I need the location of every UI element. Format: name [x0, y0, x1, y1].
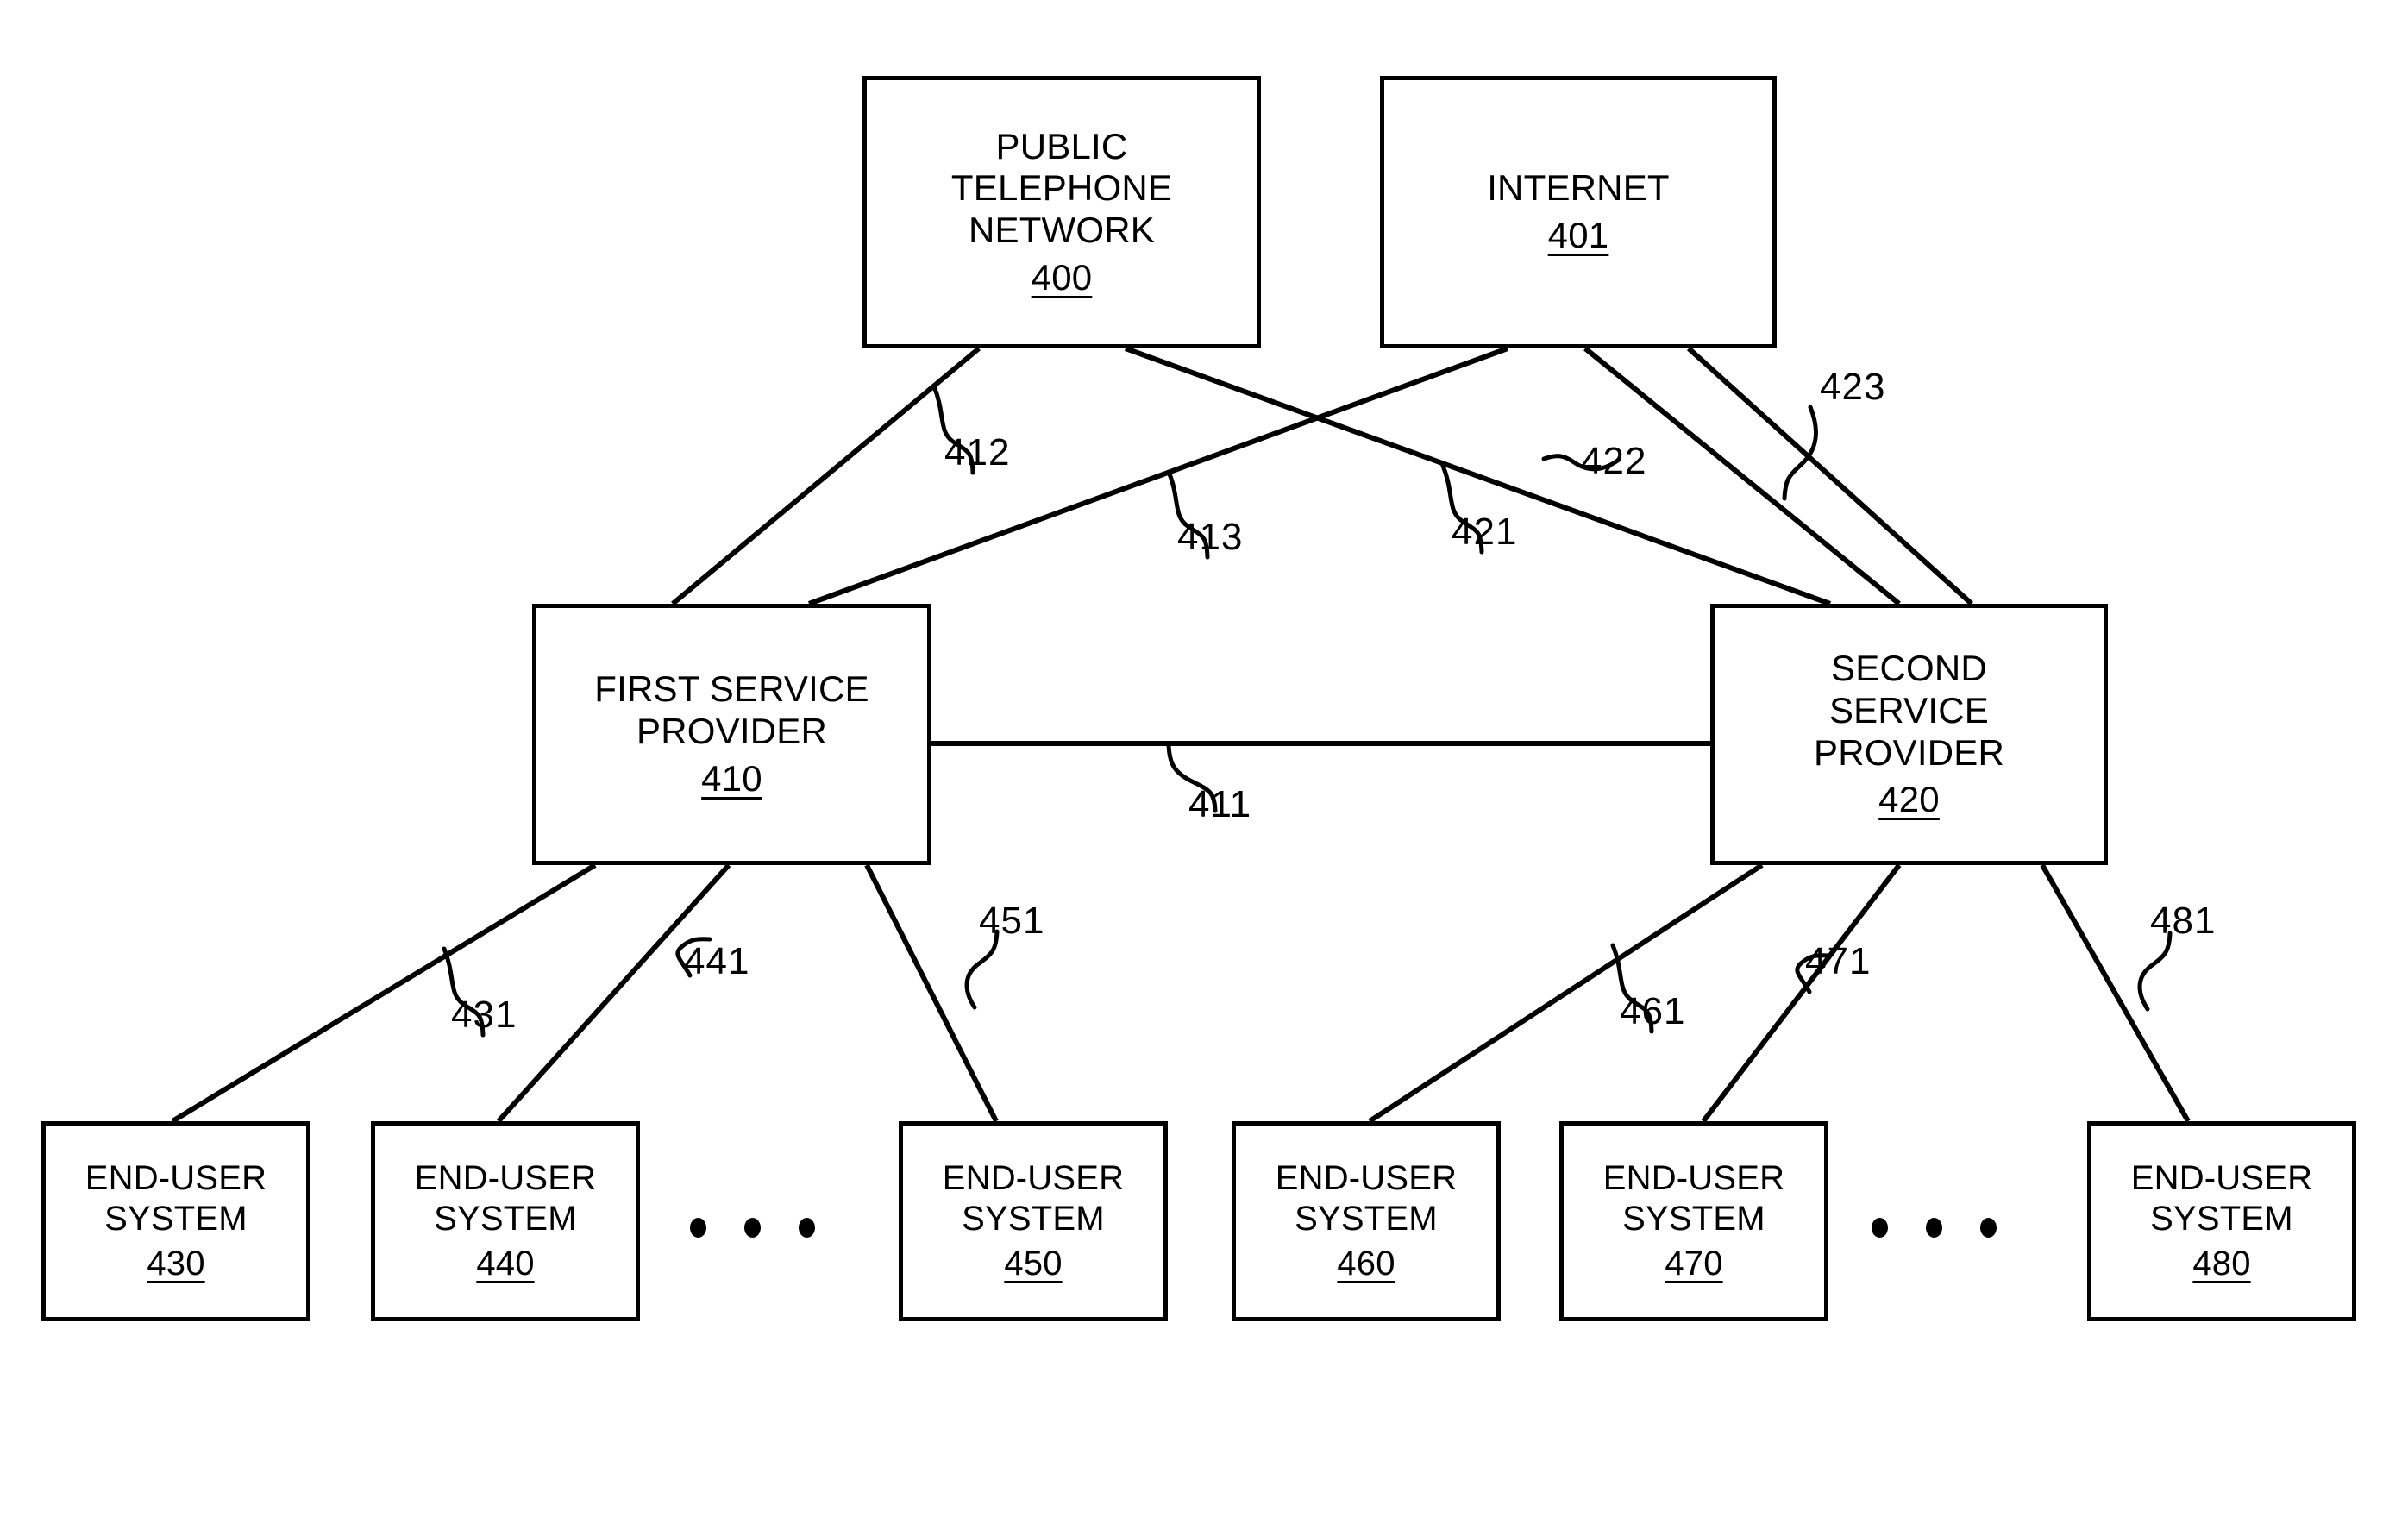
node-end-user-system-430[interactable]: END-USER SYSTEM 430	[41, 1121, 310, 1321]
link-451-line	[864, 863, 999, 1123]
node-ref-first-provider: 410	[701, 757, 762, 799]
ellipsis-right	[1872, 1218, 1997, 1238]
ellipsis-left	[690, 1218, 815, 1238]
node-ref-end-user-430: 430	[147, 1245, 205, 1283]
node-title-first-provider: FIRST SERVICE PROVIDER	[594, 668, 869, 752]
figure-canvas: PUBLIC TELEPHONE NETWORK 400 INTERNET 40…	[0, 0, 2408, 1524]
ellipsis-dot	[690, 1218, 706, 1238]
node-public-telephone-network[interactable]: PUBLIC TELEPHONE NETWORK 400	[862, 76, 1261, 348]
label-412: 412	[944, 431, 1011, 474]
leader-481	[2137, 931, 2173, 1012]
node-ref-internet: 401	[1547, 215, 1609, 255]
node-end-user-system-450[interactable]: END-USER SYSTEM 450	[899, 1121, 1168, 1321]
node-internet[interactable]: INTERNET 401	[1380, 76, 1777, 348]
node-first-service-provider[interactable]: FIRST SERVICE PROVIDER 410	[532, 604, 931, 865]
node-end-user-system-460[interactable]: END-USER SYSTEM 460	[1232, 1121, 1501, 1321]
node-ref-second-provider: 420	[1878, 779, 1940, 820]
node-title-second-provider: SECOND SERVICE PROVIDER	[1814, 648, 2004, 773]
node-ref-end-user-480: 480	[2192, 1245, 2251, 1283]
ellipsis-dot	[799, 1218, 815, 1238]
ellipsis-dot	[744, 1218, 761, 1238]
label-481: 481	[2150, 900, 2217, 942]
node-ref-pstn: 400	[1031, 256, 1093, 298]
leader-423	[1782, 405, 1819, 501]
label-431: 431	[451, 994, 517, 1036]
link-413-line	[1124, 346, 1832, 606]
node-title-end-user-430: END-USER SYSTEM	[85, 1159, 267, 1238]
ellipsis-dot	[1980, 1218, 1997, 1238]
label-422: 422	[1581, 440, 1647, 482]
node-end-user-system-440[interactable]: END-USER SYSTEM 440	[371, 1121, 640, 1321]
label-451: 451	[979, 900, 1045, 942]
label-413: 413	[1177, 516, 1244, 558]
label-411: 411	[1188, 783, 1252, 825]
node-second-service-provider[interactable]: SECOND SERVICE PROVIDER 420	[1710, 604, 2108, 865]
node-ref-end-user-470: 470	[1665, 1245, 1723, 1283]
label-421: 421	[1452, 511, 1518, 553]
node-title-end-user-460: END-USER SYSTEM	[1275, 1159, 1458, 1238]
ellipsis-dot	[1872, 1218, 1888, 1238]
label-423: 423	[1820, 366, 1886, 408]
ellipsis-dot	[1926, 1218, 1942, 1238]
node-title-end-user-480: END-USER SYSTEM	[2130, 1159, 2313, 1238]
leader-451	[964, 929, 1000, 1010]
label-471: 471	[1805, 940, 1872, 982]
node-title-internet: INTERNET	[1487, 167, 1670, 209]
node-ref-end-user-440: 440	[476, 1245, 535, 1283]
link-421-line	[807, 346, 1509, 606]
link-471-line	[1701, 863, 1902, 1123]
node-title-end-user-470: END-USER SYSTEM	[1602, 1159, 1785, 1238]
node-end-user-system-480[interactable]: END-USER SYSTEM 480	[2087, 1121, 2356, 1321]
node-end-user-system-470[interactable]: END-USER SYSTEM 470	[1559, 1121, 1828, 1321]
link-461-line	[1368, 862, 1764, 1124]
node-title-end-user-450: END-USER SYSTEM	[942, 1159, 1125, 1238]
node-title-end-user-440: END-USER SYSTEM	[414, 1159, 597, 1238]
node-ref-end-user-460: 460	[1337, 1245, 1395, 1283]
label-441: 441	[684, 940, 750, 982]
label-461: 461	[1620, 990, 1686, 1032]
node-ref-end-user-450: 450	[1004, 1245, 1063, 1283]
node-title-pstn: PUBLIC TELEPHONE NETWORK	[950, 125, 1173, 250]
